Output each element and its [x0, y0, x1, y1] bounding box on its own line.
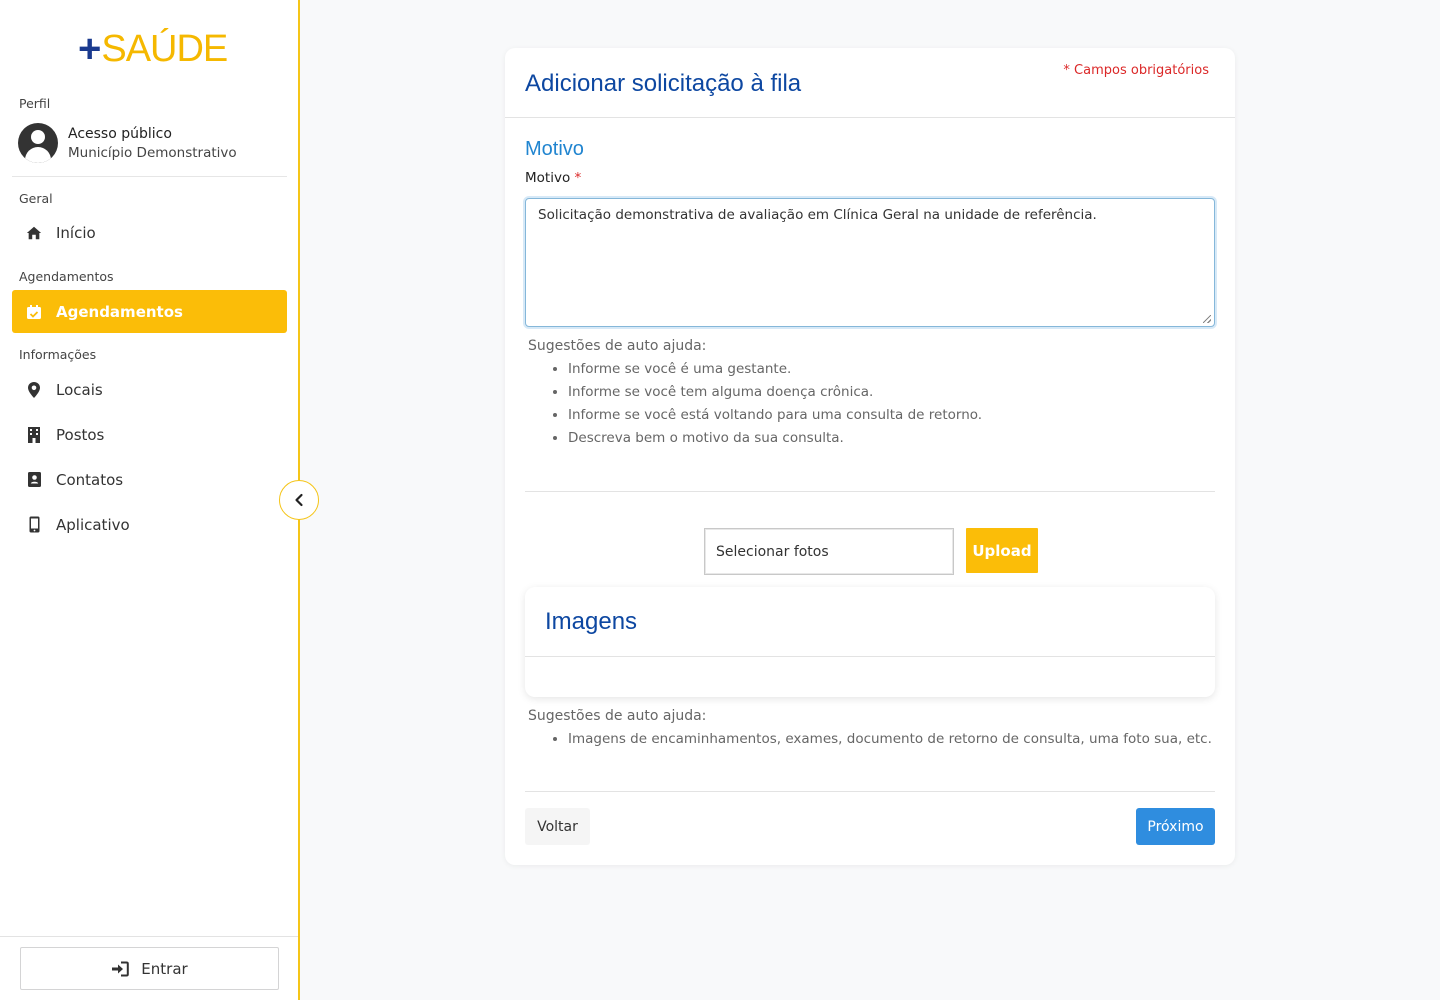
profile-city: Município Demonstrativo [68, 144, 237, 161]
help-title: Sugestões de auto ajuda: [528, 708, 707, 724]
upload-button[interactable]: Upload [966, 528, 1038, 573]
user-avatar-icon [18, 123, 58, 163]
profile: Acesso público Município Demonstrativo [18, 123, 237, 163]
home-icon [26, 225, 42, 241]
motivo-text: Solicitação demonstrativa de avaliação e… [538, 207, 1097, 223]
sidebar-item-label: Início [56, 223, 96, 242]
motivo-label: Motivo * [525, 170, 581, 186]
help-title: Sugestões de auto ajuda: [528, 338, 707, 354]
login-label: Entrar [141, 959, 188, 978]
app-logo[interactable]: + SAÚDE [78, 26, 228, 72]
group-informacoes-title: Informações [19, 347, 97, 362]
sidebar: + SAÚDE Perfil Acesso público Município … [0, 0, 300, 1000]
calendar-check-icon [26, 304, 42, 320]
sidebar-item-agendamentos[interactable]: Agendamentos [12, 290, 287, 333]
resize-handle-icon[interactable] [1203, 315, 1211, 323]
mobile-icon [26, 516, 42, 533]
sidebar-item-aplicativo[interactable]: Aplicativo [12, 503, 287, 546]
map-marker-icon [26, 381, 42, 398]
sign-in-icon [111, 961, 130, 977]
sidebar-item-label: Aplicativo [56, 515, 130, 534]
next-button[interactable]: Próximo [1136, 808, 1215, 845]
file-input-placeholder: Selecionar fotos [716, 543, 829, 560]
sidebar-divider [12, 176, 287, 177]
sidebar-item-label: Agendamentos [56, 302, 183, 321]
sidebar-footer-divider [0, 936, 298, 937]
header-divider [505, 117, 1235, 118]
required-fields-note: * Campos obrigatórios [1063, 63, 1209, 78]
sidebar-item-locais[interactable]: Locais [12, 368, 287, 411]
images-panel: Imagens [525, 587, 1215, 697]
photo-file-input[interactable]: Selecionar fotos [704, 528, 954, 575]
login-button[interactable]: Entrar [20, 947, 279, 990]
sidebar-item-postos[interactable]: Postos [12, 413, 287, 456]
required-asterisk: * [574, 170, 582, 186]
images-divider [525, 656, 1215, 657]
motivo-help: Sugestões de auto ajuda: Informe se você… [528, 338, 982, 450]
sidebar-item-inicio[interactable]: Início [12, 211, 287, 254]
building-icon [26, 427, 42, 443]
group-agendamentos-title: Agendamentos [19, 269, 114, 284]
profile-name: Acesso público [68, 125, 172, 142]
help-item: Imagens de encaminhamentos, exames, docu… [568, 728, 1212, 751]
images-help: Sugestões de auto ajuda: Imagens de enca… [528, 708, 1212, 751]
logo-plus: + [78, 27, 102, 71]
motivo-section-title: Motivo [525, 138, 584, 160]
logo-word: SAÚDE [101, 28, 228, 70]
help-item: Informe se você está voltando para uma c… [568, 404, 982, 427]
help-item: Informe se você é uma gestante. [568, 358, 982, 381]
request-form-card: Adicionar solicitação à fila * Campos ob… [505, 48, 1235, 865]
page-title: Adicionar solicitação à fila [525, 70, 802, 97]
help-item: Informe se você tem alguma doença crônic… [568, 381, 982, 404]
motivo-textarea[interactable]: Solicitação demonstrativa de avaliação e… [525, 198, 1215, 327]
motivo-label-text: Motivo [525, 170, 571, 186]
profile-section-title: Perfil [19, 96, 51, 111]
sidebar-item-label: Locais [56, 380, 103, 399]
chevron-left-icon [294, 493, 304, 507]
group-geral-title: Geral [19, 191, 53, 206]
back-button[interactable]: Voltar [525, 808, 590, 845]
images-title: Imagens [545, 608, 638, 635]
section-divider [525, 491, 1215, 492]
sidebar-item-contatos[interactable]: Contatos [12, 458, 287, 501]
sidebar-item-label: Contatos [56, 470, 124, 489]
sidebar-item-label: Postos [56, 425, 105, 444]
help-item: Descreva bem o motivo da sua consulta. [568, 427, 982, 450]
footer-divider [525, 791, 1215, 792]
address-book-icon [26, 472, 42, 488]
collapse-sidebar-button[interactable] [279, 480, 319, 520]
